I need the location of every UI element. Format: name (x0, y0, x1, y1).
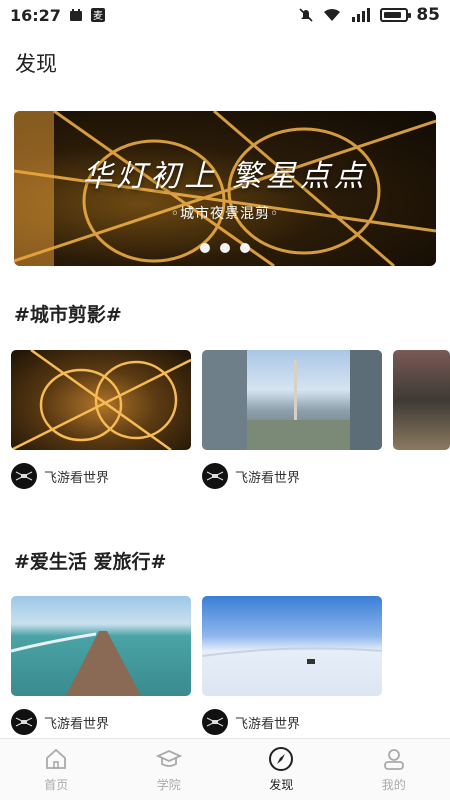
video-thumbnail[interactable] (202, 350, 382, 450)
compass-icon (269, 747, 294, 771)
tab-label: 发现 (269, 778, 294, 792)
page-title: 发现 (15, 52, 57, 76)
avatar (11, 463, 37, 489)
tab-home[interactable]: 首页 (0, 739, 113, 800)
card-author[interactable]: 飞游看世界 (11, 463, 109, 489)
tab-academy[interactable]: 学院 (113, 739, 226, 800)
tab-label: 首页 (44, 778, 69, 792)
author-name: 飞游看世界 (44, 470, 110, 486)
drone-icon (206, 471, 224, 481)
card-author[interactable]: 飞游看世界 (202, 463, 300, 489)
author-name: 飞游看世界 (235, 716, 301, 732)
calendar-icon (69, 9, 82, 21)
drone-icon (15, 717, 33, 727)
banner-subtitle: ◦城市夜景混剪◦ (170, 206, 280, 222)
carousel-dot[interactable] (240, 243, 250, 253)
banner-title: 华灯初上 繁星点点 (82, 159, 368, 194)
video-thumbnail[interactable] (11, 350, 191, 450)
battery-icon (380, 8, 412, 22)
video-thumbnail[interactable] (202, 596, 382, 696)
video-thumbnail[interactable] (11, 596, 191, 696)
section-title-city: #城市剪影# (14, 304, 122, 326)
drone-icon (206, 717, 224, 727)
svg-text:麦: 麦 (93, 10, 103, 22)
avatar (202, 463, 228, 489)
author-name: 飞游看世界 (235, 470, 301, 486)
card-author[interactable]: 飞游看世界 (11, 709, 109, 735)
tab-discover[interactable]: 发现 (225, 739, 338, 800)
carousel-dot[interactable] (220, 243, 230, 253)
mute-icon (299, 8, 313, 22)
status-bar: 16:27 麦 85 (0, 0, 450, 30)
app-notify-icon: 麦 (90, 8, 105, 22)
signal-4g-icon (352, 8, 371, 22)
video-card[interactable]: 飞游看世界 (202, 596, 382, 735)
tab-label: 我的 (381, 778, 406, 792)
banner-carousel[interactable]: 华灯初上 繁星点点 ◦城市夜景混剪◦ (14, 111, 436, 266)
battery-percent: 85 (416, 5, 440, 25)
home-icon (46, 748, 67, 769)
carousel-dot[interactable] (200, 243, 210, 253)
user-icon (383, 749, 404, 770)
card-author[interactable]: 飞游看世界 (202, 709, 300, 735)
drone-icon (15, 471, 33, 481)
carousel-indicator (14, 243, 436, 253)
status-time: 16:27 (10, 5, 61, 25)
video-card[interactable]: 飞游看世界 (202, 350, 382, 489)
avatar (11, 709, 37, 735)
video-thumbnail[interactable] (393, 350, 450, 450)
tab-label: 学院 (156, 778, 181, 792)
wifi-icon (324, 8, 341, 21)
video-card[interactable]: 飞游看世界 (11, 596, 191, 735)
graduation-cap-icon (155, 750, 182, 767)
avatar (202, 709, 228, 735)
bottom-tab-bar: 首页 学院 发现 我的 (0, 738, 450, 800)
tab-mine[interactable]: 我的 (338, 739, 450, 800)
video-card[interactable]: 飞游看世界 (11, 350, 191, 489)
video-card[interactable]: 飞 (393, 350, 450, 450)
section-title-travel: #爱生活 爱旅行# (14, 551, 167, 573)
author-name: 飞游看世界 (44, 716, 110, 732)
